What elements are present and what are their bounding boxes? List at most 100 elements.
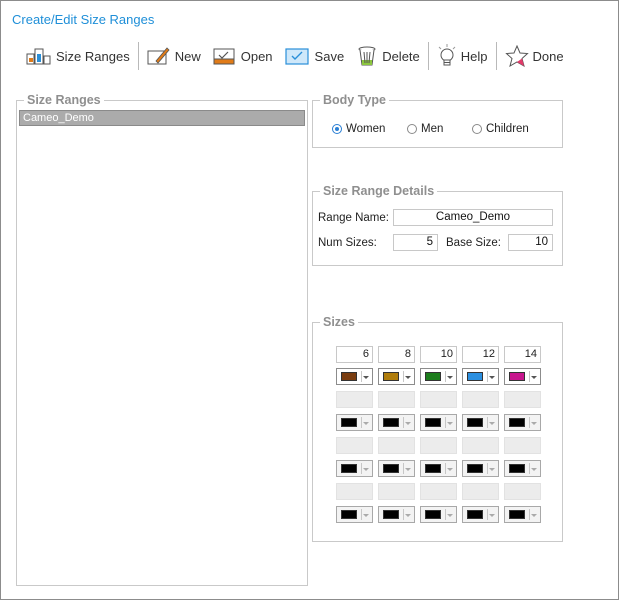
help-label: Help — [460, 48, 488, 64]
size-color-dropdown-3[interactable] — [462, 368, 499, 385]
disabled-color-dropdown — [378, 506, 415, 523]
radio-men-label: Men — [421, 123, 444, 135]
size-color-dropdown-1[interactable] — [378, 368, 415, 385]
color-swatch — [467, 372, 483, 381]
size-color-dropdown-4[interactable] — [504, 368, 541, 385]
color-swatch — [425, 510, 441, 519]
dropdown-divider — [487, 463, 488, 474]
dropdown-divider — [403, 463, 404, 474]
color-swatch — [509, 418, 525, 427]
disabled-color-dropdown — [504, 414, 541, 431]
disabled-color-dropdown — [420, 460, 457, 477]
disabled-size-field — [378, 391, 415, 408]
disabled-size-field — [420, 483, 457, 500]
color-swatch — [341, 464, 357, 473]
disabled-size-field — [462, 483, 499, 500]
toolbar-separator — [427, 42, 429, 70]
disabled-size-field — [336, 483, 373, 500]
color-swatch — [509, 510, 525, 519]
disabled-size-field — [420, 437, 457, 454]
base-size-input[interactable]: 10 — [508, 234, 553, 251]
chevron-down-icon — [489, 514, 495, 517]
disabled-color-dropdown — [336, 414, 373, 431]
color-swatch — [383, 510, 399, 519]
size-value-1[interactable]: 8 — [378, 346, 415, 363]
save-icon — [284, 48, 309, 65]
color-swatch — [341, 418, 357, 427]
base-size-label: Base Size: — [446, 237, 501, 249]
chevron-down-icon — [405, 422, 411, 425]
radio-children-indicator[interactable] — [472, 124, 482, 134]
color-swatch — [425, 418, 441, 427]
toolbar-separator — [137, 42, 139, 70]
toolbar-separator — [495, 42, 497, 70]
radio-men-indicator[interactable] — [407, 124, 417, 134]
chevron-down-icon — [447, 422, 453, 425]
disabled-color-dropdown — [504, 460, 541, 477]
range-name-label: Range Name: — [318, 212, 389, 224]
chevron-down-icon — [447, 376, 453, 379]
dropdown-divider — [361, 371, 362, 382]
chevron-down-icon — [363, 514, 369, 517]
new-button[interactable]: New — [141, 43, 207, 69]
size-value-2[interactable]: 10 — [420, 346, 457, 363]
dropdown-divider — [529, 463, 530, 474]
trash-icon — [358, 46, 376, 66]
radio-children-label: Children — [486, 123, 529, 135]
disabled-color-dropdown — [462, 460, 499, 477]
dropdown-divider — [361, 463, 362, 474]
list-item[interactable]: Cameo_Demo — [19, 110, 305, 126]
done-label: Done — [532, 48, 564, 64]
chevron-down-icon — [447, 468, 453, 471]
lightbulb-icon — [438, 44, 456, 66]
radio-women-indicator[interactable] — [332, 124, 342, 134]
color-swatch — [467, 464, 483, 473]
chevron-down-icon — [447, 514, 453, 517]
dropdown-divider — [529, 417, 530, 428]
range-name-input[interactable]: Cameo_Demo — [393, 209, 553, 226]
new-icon — [147, 47, 170, 65]
chevron-down-icon — [363, 422, 369, 425]
open-button[interactable]: Open — [207, 43, 279, 69]
disabled-color-dropdown — [420, 506, 457, 523]
chevron-down-icon — [531, 376, 537, 379]
body-type-group: Body Type — [312, 93, 563, 148]
size-ranges-label: Size Ranges — [56, 48, 130, 64]
disabled-color-dropdown — [378, 460, 415, 477]
size-color-dropdown-0[interactable] — [336, 368, 373, 385]
dropdown-divider — [529, 509, 530, 520]
dropdown-divider — [445, 509, 446, 520]
dropdown-divider — [445, 371, 446, 382]
size-ranges-list[interactable]: Cameo_Demo — [19, 110, 305, 126]
size-value-4[interactable]: 14 — [504, 346, 541, 363]
size-ranges-button[interactable]: Size Ranges — [20, 43, 136, 69]
size-ranges-legend: Size Ranges — [27, 93, 101, 107]
chevron-down-icon — [405, 514, 411, 517]
disabled-size-field — [420, 391, 457, 408]
color-swatch — [341, 372, 357, 381]
num-sizes-label: Num Sizes: — [318, 237, 377, 249]
radio-men[interactable]: Men — [407, 123, 443, 135]
dropdown-divider — [487, 371, 488, 382]
radio-women[interactable]: Women — [332, 123, 385, 135]
dropdown-divider — [487, 417, 488, 428]
size-value-0[interactable]: 6 — [336, 346, 373, 363]
chevron-down-icon — [531, 422, 537, 425]
delete-button[interactable]: Delete — [350, 43, 426, 69]
disabled-size-field — [336, 437, 373, 454]
radio-women-label: Women — [346, 123, 386, 135]
radio-children[interactable]: Children — [472, 123, 529, 135]
size-color-dropdown-2[interactable] — [420, 368, 457, 385]
dropdown-divider — [403, 371, 404, 382]
done-button[interactable]: Done — [499, 43, 570, 69]
chevron-down-icon — [363, 468, 369, 471]
dropdown-divider — [361, 417, 362, 428]
num-sizes-input[interactable]: 5 — [393, 234, 438, 251]
disabled-size-field — [378, 483, 415, 500]
save-button[interactable]: Save — [279, 43, 351, 69]
open-label: Open — [240, 48, 273, 64]
size-value-3[interactable]: 12 — [462, 346, 499, 363]
size-ranges-icon — [26, 48, 51, 65]
dropdown-divider — [403, 509, 404, 520]
help-button[interactable]: Help — [431, 43, 494, 69]
